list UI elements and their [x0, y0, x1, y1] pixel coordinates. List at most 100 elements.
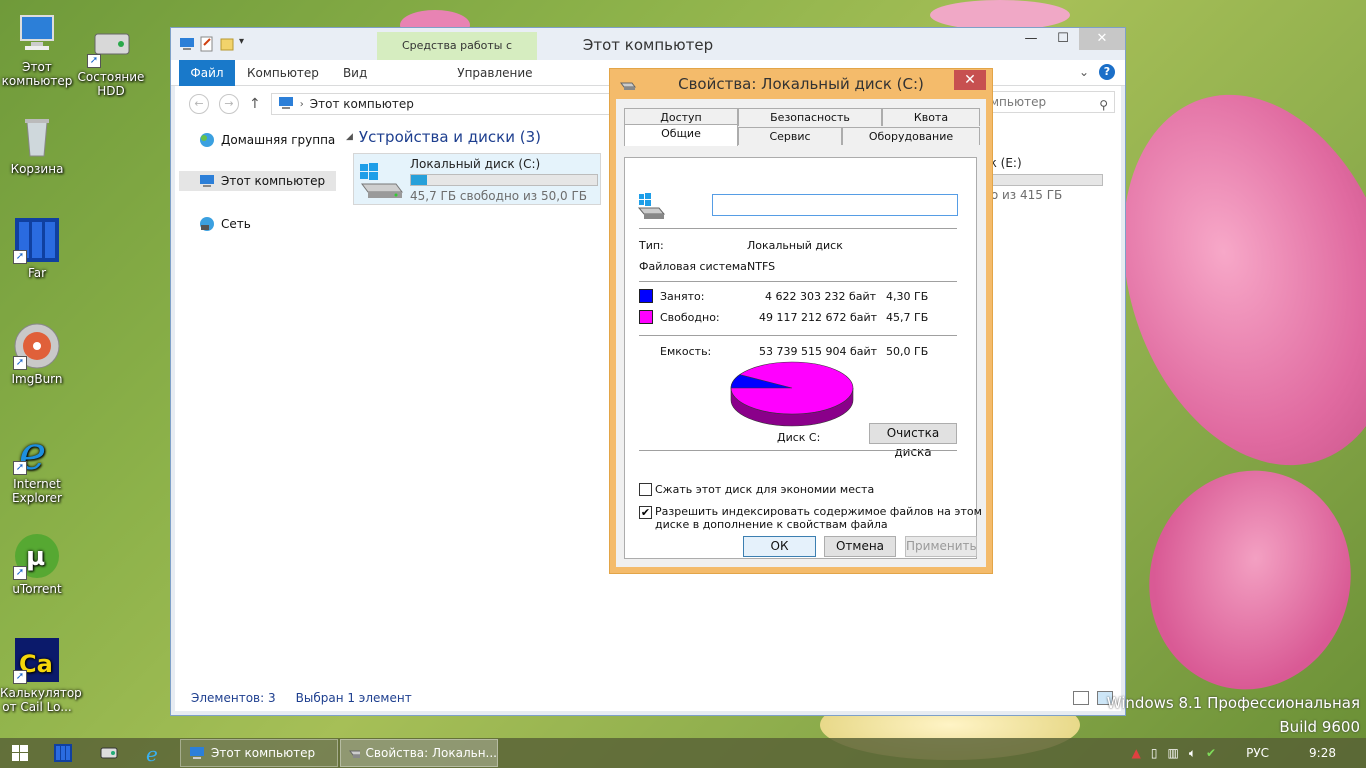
- nav-item-network[interactable]: Сеть: [199, 216, 251, 232]
- desktop-icon-imgburn[interactable]: ➚ ImgBurn: [0, 322, 74, 386]
- back-button[interactable]: ←: [189, 94, 209, 114]
- dialog-title: Свойства: Локальный диск (C:): [678, 75, 924, 93]
- task-label: Этот компьютер: [211, 746, 316, 760]
- dialog-titlebar[interactable]: Свойства: Локальный диск (C:) ✕: [610, 69, 992, 99]
- search-icon[interactable]: ⚲: [1099, 95, 1108, 115]
- properties-dialog[interactable]: Свойства: Локальный диск (C:) ✕ Доступ Б…: [609, 68, 993, 574]
- language-indicator[interactable]: РУС: [1246, 746, 1269, 760]
- details-view-icon[interactable]: [1073, 691, 1089, 705]
- explorer-titlebar[interactable]: ▾ Средства работы с дисками Этот компьют…: [171, 28, 1125, 80]
- wallpaper-lotus-petal: [1124, 447, 1366, 713]
- drive-free-text: но из 415 ГБ: [983, 188, 1063, 202]
- pie-chart: [730, 361, 854, 427]
- chevron-down-icon[interactable]: ⌄: [1079, 65, 1089, 79]
- network-icon[interactable]: ▥: [1168, 746, 1179, 760]
- desktop-icon-far[interactable]: ➚ Far: [0, 216, 74, 280]
- free-bytes: 49 117 212 672 байт: [759, 311, 878, 324]
- nav-item-this-pc[interactable]: Этот компьютер: [179, 171, 336, 191]
- tab-computer[interactable]: Компьютер: [235, 66, 331, 80]
- hdd-icon: ➚: [87, 20, 135, 68]
- tab-general[interactable]: Общие: [624, 124, 738, 146]
- address-text: Этот компьютер: [309, 97, 414, 111]
- svg-text:e: e: [146, 743, 158, 763]
- taskbar-task-properties[interactable]: Свойства: Локальн...: [340, 739, 498, 767]
- desktop-icon-calculator[interactable]: Ca ➚ Калькулятор от Cail Lo...: [0, 636, 82, 714]
- used-color-swatch: [639, 289, 653, 303]
- ribbon-right: ⌄ ?: [1079, 64, 1115, 80]
- desktop-icon-this-pc[interactable]: Этот компьютер: [0, 10, 74, 88]
- desktop-icon-recycle-bin[interactable]: Корзина: [0, 112, 74, 176]
- separator: [639, 281, 957, 282]
- desktop-icon-label: uTorrent: [12, 582, 62, 596]
- free-color-swatch: [639, 310, 653, 324]
- capacity-bytes: 53 739 515 904 байт: [759, 345, 878, 358]
- svg-text:µ: µ: [26, 542, 45, 572]
- minimize-button[interactable]: —: [1015, 28, 1047, 50]
- apply-button[interactable]: Применить: [905, 536, 977, 557]
- collapse-arrow-icon[interactable]: ◢: [346, 132, 353, 142]
- desktop-icon-label: Состояние HDD: [77, 70, 145, 98]
- forward-button[interactable]: →: [219, 94, 239, 114]
- status-bar: Элементов: 3 Выбран 1 элемент: [191, 691, 412, 705]
- dialog-close-button[interactable]: ✕: [954, 70, 986, 90]
- clock[interactable]: 9:28: [1309, 746, 1336, 760]
- disk-cleanup-button[interactable]: Очистка диска: [869, 423, 957, 459]
- taskbar: e Этот компьютер Свойства: Локальн... ▲ …: [0, 738, 1366, 768]
- ok-button[interactable]: ОК: [743, 536, 816, 557]
- filesystem-label: Файловая система:: [639, 260, 751, 273]
- cancel-button[interactable]: Отмена: [824, 536, 896, 557]
- action-center-icon[interactable]: ✔: [1206, 746, 1216, 760]
- tab-file[interactable]: Файл: [179, 59, 235, 86]
- taskbar-hdd-button[interactable]: [86, 738, 132, 768]
- nav-item-homegroup[interactable]: Домашняя группа: [199, 132, 335, 148]
- tab-manage[interactable]: Управление: [409, 66, 580, 80]
- start-button[interactable]: [0, 738, 40, 768]
- maximize-button[interactable]: ☐: [1047, 28, 1079, 50]
- capacity-label: Емкость:: [660, 345, 712, 358]
- drive-usage-bar: [983, 174, 1103, 186]
- ie-icon: e ➚: [13, 426, 61, 480]
- close-button[interactable]: ✕: [1079, 28, 1125, 50]
- drive-tile-e[interactable]: ск (E:) но из 415 ГБ: [983, 156, 1109, 208]
- desktop-icon-internet-explorer[interactable]: e ➚ Internet Explorer: [0, 426, 74, 505]
- tray-arrow-icon[interactable]: ▲: [1132, 746, 1141, 760]
- used-bytes: 4 622 303 232 байт: [765, 290, 877, 303]
- window-title: Этот компьютер: [582, 36, 714, 54]
- recycle-bin-icon: [13, 112, 61, 160]
- volume-label-input[interactable]: [712, 194, 958, 216]
- search-input[interactable]: мпьютер ⚲: [985, 91, 1115, 113]
- desktop-icon-label: Internet Explorer: [12, 477, 62, 505]
- selection-count: Выбран 1 элемент: [295, 691, 412, 705]
- index-checkbox[interactable]: ✔: [639, 506, 652, 519]
- tab-hardware[interactable]: Оборудование: [842, 127, 980, 145]
- os-watermark-line1: Windows 8.1 Профессиональная: [1106, 694, 1360, 712]
- taskbar-ie-button[interactable]: e: [132, 738, 178, 768]
- nav-label: Этот компьютер: [221, 174, 326, 188]
- battery-icon[interactable]: ▯: [1151, 746, 1158, 760]
- os-watermark-line2: Build 9600: [1279, 718, 1360, 736]
- devices-group-header[interactable]: ◢ Устройства и диски (3): [346, 128, 541, 146]
- tab-quota[interactable]: Квота: [882, 108, 980, 126]
- used-gb: 4,30 ГБ: [886, 290, 929, 303]
- desktop-icon-hdd-state[interactable]: ➚ Состояние HDD: [74, 20, 148, 98]
- nav-label: Домашняя группа: [221, 133, 336, 147]
- taskbar-far-button[interactable]: [40, 738, 86, 768]
- help-icon[interactable]: ?: [1099, 64, 1115, 80]
- desktop-icon-utorrent[interactable]: µ ➚ uTorrent: [0, 532, 74, 596]
- type-label: Тип:: [639, 239, 664, 252]
- taskbar-task-explorer[interactable]: Этот компьютер: [180, 739, 338, 767]
- task-label: Свойства: Локальн...: [365, 746, 497, 760]
- compress-checkbox[interactable]: [639, 483, 652, 496]
- tab-security[interactable]: Безопасность: [738, 108, 882, 126]
- system-tray: ▲ ▯ ▥ 🔈︎ ✔ РУС 9:28: [1132, 738, 1366, 768]
- search-text: мпьютер: [990, 95, 1047, 109]
- volume-icon[interactable]: 🔈︎: [1189, 746, 1196, 761]
- tab-tools[interactable]: Сервис: [738, 127, 842, 145]
- up-button[interactable]: ↑: [249, 96, 261, 112]
- tab-view[interactable]: Вид: [331, 66, 379, 80]
- separator: [639, 335, 957, 336]
- drive-tile-c[interactable]: Локальный диск (C:) 45,7 ГБ свободно из …: [353, 153, 601, 205]
- wallpaper-petal: [930, 0, 1070, 30]
- desktop-icon-label: ImgBurn: [11, 372, 63, 386]
- drive-usage-bar: [410, 174, 598, 186]
